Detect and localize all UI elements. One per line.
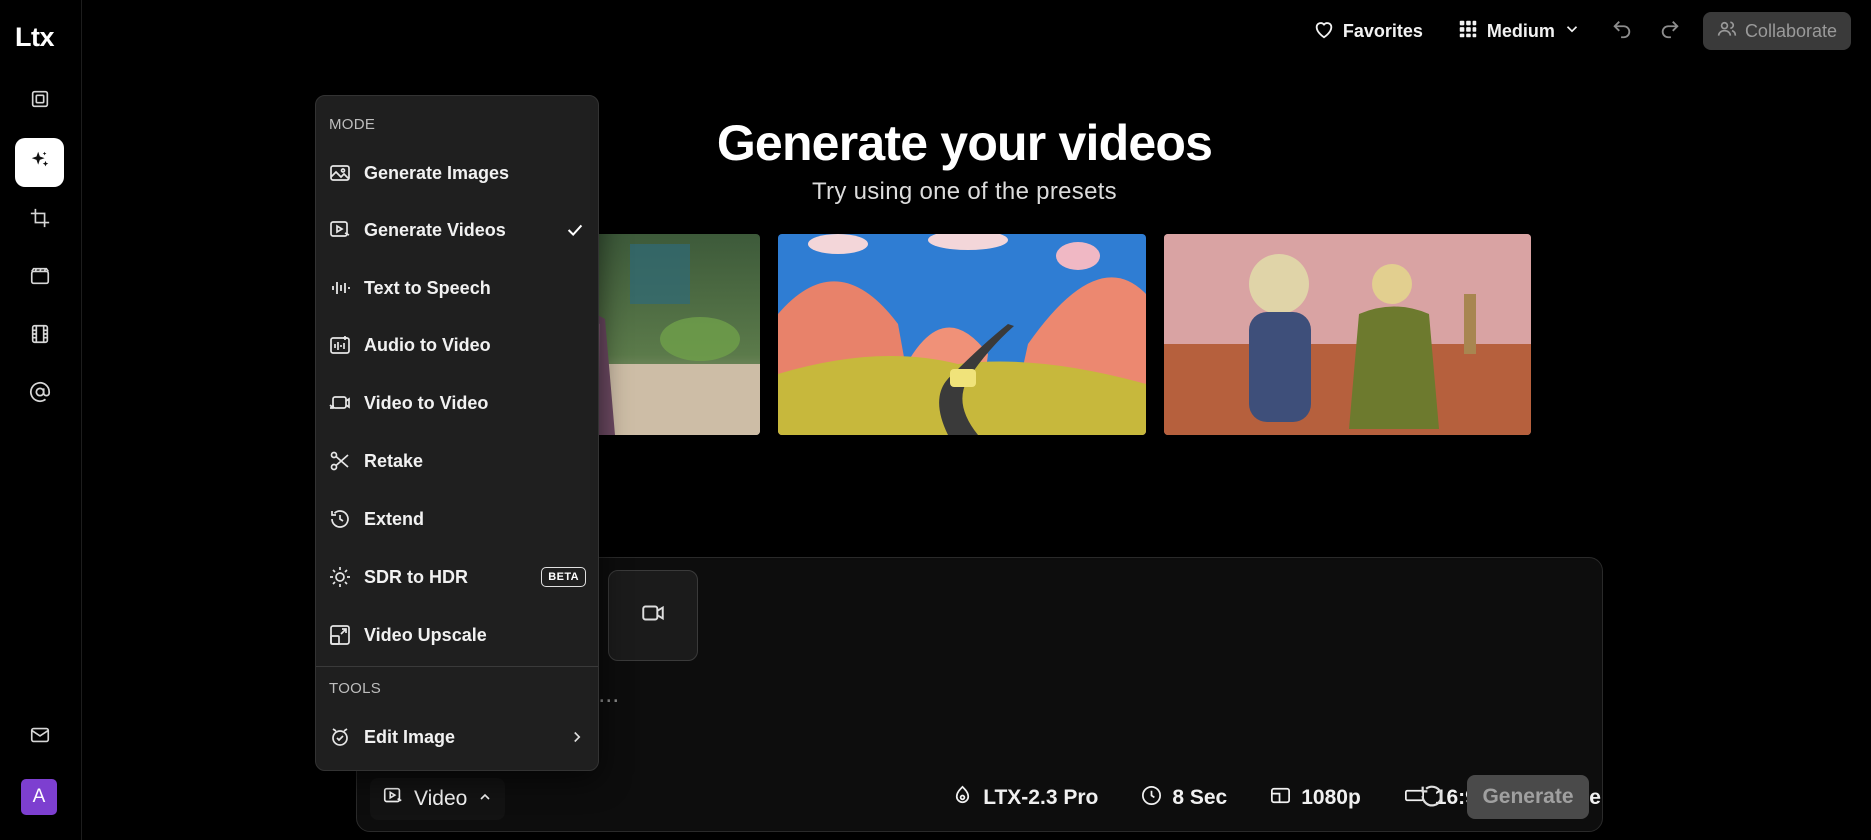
mode-selector-button[interactable]: Video: [370, 778, 506, 820]
video-play-icon: [328, 218, 352, 242]
crop-icon: [29, 207, 51, 234]
menu-item-video-to-video[interactable]: Video to Video: [316, 379, 598, 427]
sidebar-item-film[interactable]: [15, 312, 64, 361]
chevron-right-icon: [568, 728, 586, 746]
menu-item-label: Audio to Video: [364, 334, 491, 355]
scissors-icon: [328, 449, 352, 473]
menu-section-mode: MODE: [329, 116, 376, 133]
waveform-icon: [328, 276, 352, 300]
menu-item-generate-videos[interactable]: Generate Videos: [316, 206, 598, 254]
video-play-icon: [382, 785, 404, 813]
model-label: LTX-2.3 Pro: [983, 786, 1099, 809]
edit-image-icon: [328, 725, 352, 749]
film-strip-icon: [29, 323, 51, 350]
menu-item-label: Generate Videos: [364, 219, 506, 240]
chevron-up-icon: [477, 787, 493, 811]
clock-icon: [1140, 784, 1163, 813]
audio-video-icon: [328, 333, 352, 357]
undo-button[interactable]: [1607, 16, 1637, 46]
menu-item-generate-images[interactable]: Generate Images: [316, 149, 598, 197]
sidebar-item-mentions[interactable]: [15, 370, 64, 419]
avatar[interactable]: A: [21, 779, 57, 815]
extend-icon: [328, 507, 352, 531]
checkmark-icon: [564, 219, 586, 241]
refresh-icon: [1418, 785, 1446, 814]
page-title: Generate your videos: [716, 115, 1213, 171]
menu-divider: [316, 666, 598, 667]
upload-video-tile[interactable]: [608, 570, 698, 661]
menu-item-video-upscale[interactable]: Video Upscale: [316, 611, 598, 659]
preset-card-3[interactable]: [1164, 234, 1531, 435]
top-bar: Favorites Medium Collaborate: [1305, 12, 1851, 50]
menu-item-label: SDR to HDR: [364, 566, 468, 587]
menu-item-extend[interactable]: Extend: [316, 495, 598, 543]
chevron-down-icon: [1563, 20, 1581, 43]
resolution-icon: [1269, 784, 1292, 813]
heart-icon: [1313, 18, 1335, 45]
menu-item-label: Extend: [364, 508, 425, 529]
menu-item-retake[interactable]: Retake: [316, 437, 598, 485]
menu-item-label: Text to Speech: [364, 277, 491, 298]
redo-button[interactable]: [1655, 16, 1685, 46]
menu-item-text-to-speech[interactable]: Text to Speech: [316, 264, 598, 312]
resolution-selector[interactable]: 1080p: [1269, 784, 1361, 813]
resolution-label: 1080p: [1301, 786, 1361, 809]
menu-item-label: Edit Image: [364, 726, 456, 747]
upscale-icon: [328, 623, 352, 647]
grid-size-label: Medium: [1486, 20, 1555, 41]
image-icon: [328, 161, 352, 185]
sun-burst-icon: [328, 565, 352, 589]
collaborate-button[interactable]: Collaborate: [1702, 12, 1851, 50]
menu-item-label: Video to Video: [364, 392, 489, 413]
clapperboard-icon: [29, 265, 51, 292]
reset-button[interactable]: [1418, 782, 1448, 812]
users-icon: [1717, 19, 1737, 44]
at-sign-icon: [29, 381, 51, 408]
preset-card-2[interactable]: [778, 234, 1146, 435]
favorites-label: Favorites: [1342, 20, 1423, 41]
mode-label: Video: [414, 787, 468, 810]
sidebar-item-storyboard[interactable]: [15, 254, 64, 303]
grid-size-dropdown[interactable]: Medium: [1449, 18, 1589, 45]
duration-label: 8 Sec: [1172, 786, 1228, 809]
sidebar-item-mail[interactable]: [15, 713, 64, 762]
collaborate-label: Collaborate: [1744, 20, 1837, 41]
menu-item-label: Retake: [364, 450, 424, 471]
redo-icon: [1659, 18, 1681, 45]
mode-dropdown-menu: MODE Generate Images Generate Videos Tex…: [315, 95, 599, 771]
menu-section-tools: TOOLS: [329, 680, 382, 697]
ltx-logo[interactable]: Ltx: [15, 22, 55, 53]
preset-thumbnail: [778, 234, 1146, 435]
beta-badge: BETA: [541, 567, 586, 587]
duration-selector[interactable]: 8 Sec: [1140, 784, 1227, 813]
menu-item-audio-to-video[interactable]: Audio to Video: [316, 321, 598, 369]
menu-item-edit-image[interactable]: Edit Image: [316, 713, 598, 761]
model-selector[interactable]: LTX-2.3 Pro: [951, 784, 1098, 813]
preset-thumbnail: [1164, 234, 1531, 435]
page-subtitle: Try using one of the presets: [811, 178, 1117, 205]
mail-icon: [29, 724, 51, 751]
grid-icon: [1457, 18, 1479, 45]
menu-item-sdr-to-hdr[interactable]: SDR to HDR BETA: [316, 553, 598, 601]
video-camera-icon: [640, 600, 666, 631]
video-transform-icon: [328, 391, 352, 415]
undo-icon: [1611, 18, 1633, 45]
model-icon: [951, 784, 974, 813]
favorites-button[interactable]: Favorites: [1305, 18, 1431, 45]
image-gallery-icon: [29, 88, 51, 115]
menu-item-label: Video Upscale: [364, 624, 487, 645]
menu-item-label: Generate Images: [364, 162, 510, 183]
generate-button[interactable]: Generate: [1467, 775, 1589, 819]
